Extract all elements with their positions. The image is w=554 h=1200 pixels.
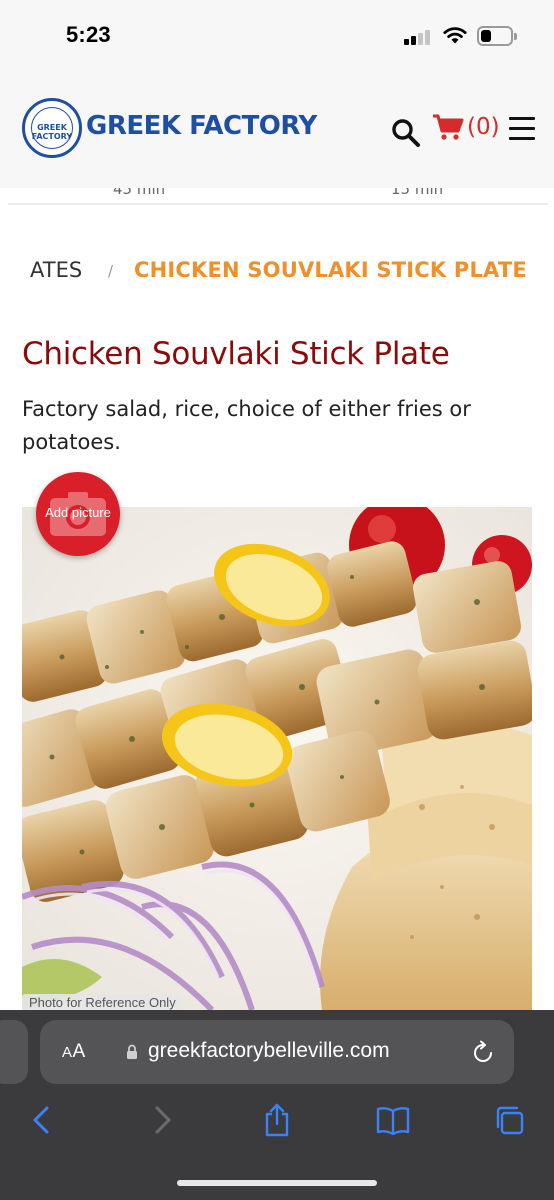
timing-left: 45 min: [113, 188, 166, 198]
share-icon[interactable]: [260, 1102, 294, 1138]
logo-wordmark[interactable]: GREEK FACTORY: [86, 111, 317, 141]
cart-count[interactable]: (0): [467, 114, 500, 140]
forward-icon[interactable]: [144, 1102, 178, 1138]
wifi-icon: [443, 27, 467, 44]
status-time: 5:23: [66, 22, 111, 47]
timing-right: 15 min: [391, 188, 444, 198]
back-icon[interactable]: [26, 1102, 60, 1138]
tabs-icon[interactable]: [493, 1102, 527, 1138]
logo-seal[interactable]: GREEK FACTORY: [22, 98, 82, 158]
status-bar: 5:23: [0, 0, 554, 70]
battery-level: [481, 30, 491, 42]
lock-icon: [127, 1044, 137, 1059]
souvlaki-plate-image: [22, 507, 532, 1010]
divider: [8, 203, 548, 205]
breadcrumb-separator: /: [108, 262, 114, 280]
bookmarks-icon[interactable]: [376, 1102, 410, 1138]
site-header: GREEK FACTORY GREEK FACTORY (0): [0, 70, 554, 188]
breadcrumb-previous[interactable]: ATES: [30, 258, 82, 282]
add-picture-label: Add picture: [45, 505, 111, 520]
cart-button[interactable]: (0): [432, 112, 500, 142]
reload-icon[interactable]: [470, 1040, 496, 1066]
address-bar[interactable]: AA greekfactorybelleville.com: [40, 1020, 514, 1084]
product-description: Factory salad, rice, choice of either fr…: [22, 397, 471, 454]
url-text[interactable]: greekfactorybelleville.com: [148, 1039, 390, 1063]
search-icon[interactable]: [390, 117, 422, 149]
home-indicator[interactable]: [177, 1180, 377, 1186]
product-title: Chicken Souvlaki Stick Plate: [22, 336, 450, 372]
cellular-signal-icon: [404, 29, 434, 45]
add-picture-button[interactable]: Add picture: [36, 472, 120, 556]
product-photo: [22, 507, 532, 1010]
battery-icon: [477, 26, 517, 46]
breadcrumb-current: CHICKEN SOUVLAKI STICK PLATE: [134, 258, 527, 282]
hamburger-menu-icon[interactable]: [509, 117, 535, 141]
previous-tab-peek[interactable]: [0, 1020, 28, 1084]
browser-toolbar: [0, 1090, 554, 1150]
breadcrumb: ATES / CHICKEN SOUVLAKI STICK PLATE: [0, 258, 554, 288]
logo-seal-text: GREEK FACTORY: [31, 123, 73, 141]
cart-icon: [433, 114, 464, 140]
reader-text-size-button[interactable]: AA: [62, 1041, 86, 1063]
